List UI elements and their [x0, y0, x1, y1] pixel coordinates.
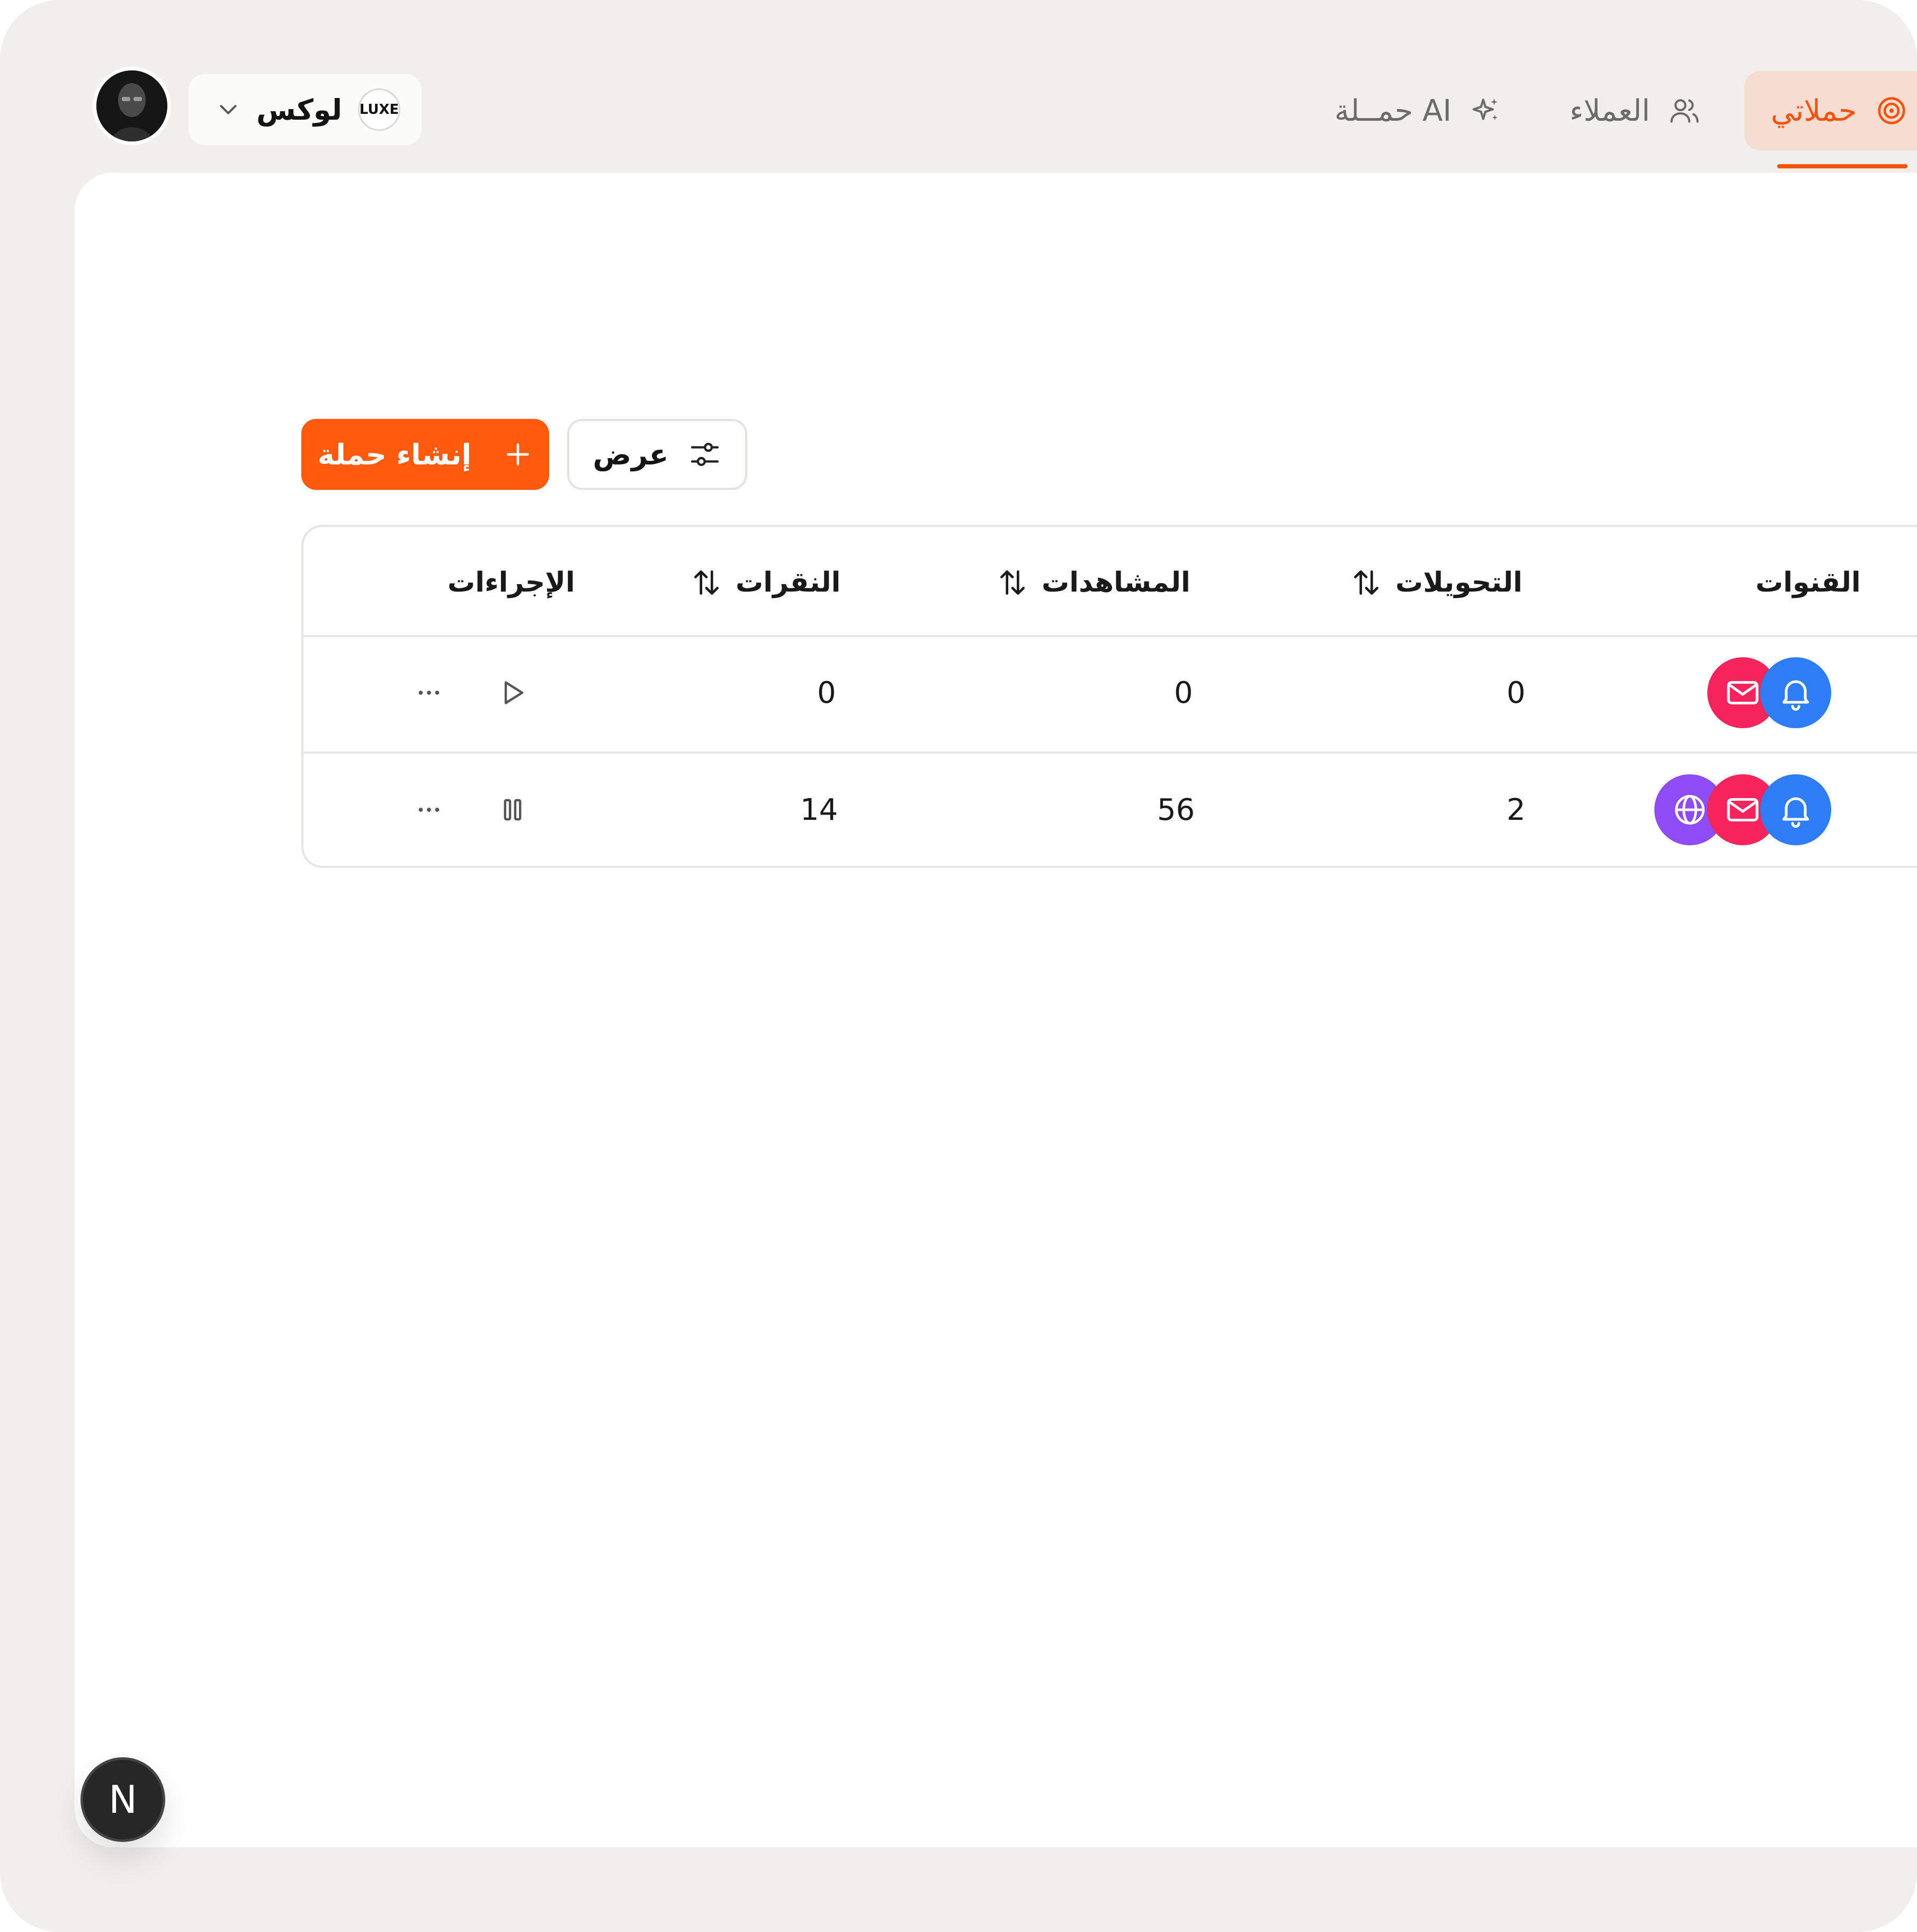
nav-customers[interactable]: العملاء [1570, 71, 1701, 150]
channel-push-badge [1760, 774, 1831, 845]
user-avatar[interactable] [93, 67, 171, 145]
cell-views: 56 [1157, 792, 1195, 827]
avatar-photo [96, 70, 167, 141]
nav-my-campaigns-label: حملاتي [1771, 93, 1857, 128]
app-window: لوكس LUXE حمــلة AI العملاء حملاتي إنشاء… [0, 0, 1917, 1932]
column-header-conversions-label: التحويلات [1395, 567, 1522, 598]
column-header-channels: القنوات [1755, 559, 1861, 606]
pause-campaign-button[interactable] [493, 790, 532, 829]
org-name: لوكس [256, 93, 342, 127]
view-options-button[interactable]: عرض [567, 419, 747, 490]
nextjs-logo-icon: N [109, 1777, 137, 1822]
mail-icon [1727, 798, 1759, 822]
ellipsis-icon [418, 808, 440, 812]
sort-icon [1000, 570, 1025, 595]
play-icon [504, 681, 524, 704]
nav-customers-label: العملاء [1570, 93, 1650, 128]
nav-my-campaigns[interactable]: حملاتي [1744, 71, 1917, 150]
more-options-button[interactable] [409, 790, 449, 829]
create-campaign-button[interactable]: إنشاء حملة [301, 419, 549, 490]
ellipsis-icon [418, 691, 440, 695]
column-header-actions: الإجراءات [447, 559, 575, 606]
bell-icon [1782, 797, 1809, 828]
sort-icon [1354, 570, 1378, 595]
cell-conversions: 2 [1507, 792, 1526, 827]
plus-icon [507, 443, 530, 466]
view-options-label: عرض [593, 437, 669, 471]
more-options-button[interactable] [409, 673, 449, 712]
org-switcher[interactable]: لوكس LUXE [189, 74, 422, 145]
column-header-clicks[interactable]: النقرات [690, 559, 840, 606]
column-header-channels-label: القنوات [1755, 567, 1861, 598]
target-icon [1878, 97, 1905, 124]
nav-ai-campaign-label: حمــلة AI [1334, 93, 1452, 128]
column-header-views[interactable]: المشاهدات [996, 559, 1190, 606]
chevron-down-icon [220, 105, 237, 114]
column-header-views-label: المشاهدات [1042, 567, 1190, 598]
bell-icon [1782, 680, 1809, 711]
cell-conversions: 0 [1507, 675, 1526, 710]
column-header-clicks-label: النقرات [736, 567, 841, 598]
cell-clicks: 14 [800, 792, 838, 827]
column-header-conversions[interactable]: التحويلات [1350, 559, 1522, 606]
cell-views: 0 [1174, 675, 1193, 710]
row-divider [303, 752, 1917, 754]
org-logo-badge: LUXE [358, 88, 400, 131]
nav-ai-campaign[interactable]: حمــلة AI [1334, 71, 1502, 150]
sort-icon [694, 570, 719, 595]
avatar-icon [96, 70, 167, 141]
globe-icon [1675, 795, 1705, 825]
play-campaign-button[interactable] [493, 673, 532, 712]
create-campaign-label: إنشاء حملة [317, 437, 472, 471]
header-divider [303, 635, 1917, 637]
column-header-actions-label: الإجراءات [447, 567, 575, 598]
sliders-icon [691, 443, 719, 466]
pause-icon [504, 799, 522, 821]
active-tab-indicator [1777, 164, 1907, 168]
campaigns-table: القنوات التحويلات المشاهدات النقرات الإج… [301, 525, 1917, 868]
channel-push-badge [1760, 657, 1831, 728]
nextjs-dev-badge[interactable]: N [80, 1757, 165, 1842]
mail-icon [1727, 681, 1759, 705]
users-icon [1670, 99, 1699, 123]
cell-clicks: 0 [817, 675, 836, 710]
sparkles-icon [1472, 98, 1498, 121]
